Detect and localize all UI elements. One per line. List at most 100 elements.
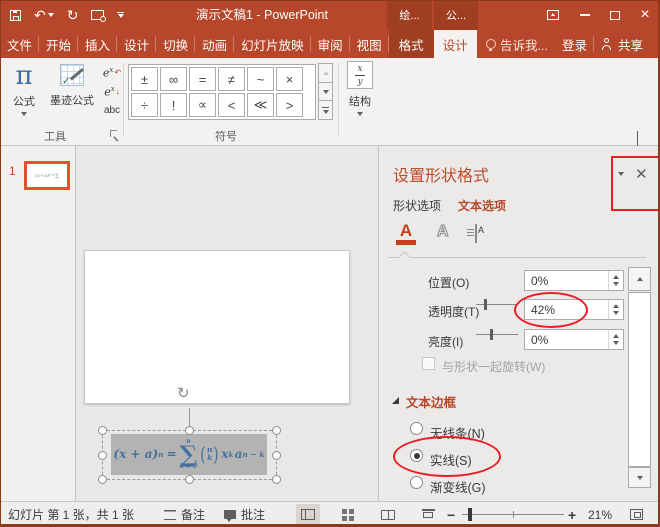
normal-view-button[interactable] xyxy=(296,504,320,525)
spin-up-icon[interactable] xyxy=(613,304,619,308)
professional-format-button[interactable]: ex ↶ xyxy=(100,63,124,82)
tab-home[interactable]: 开始 xyxy=(39,30,78,58)
start-slideshow-button[interactable] xyxy=(91,10,104,20)
normal-text-button[interactable]: abc xyxy=(100,101,124,120)
dialog-launcher-icon[interactable] xyxy=(110,130,119,139)
section-expand-icon[interactable] xyxy=(392,397,399,404)
redo-button[interactable]: ↻ xyxy=(67,8,79,22)
slide-sorter-button[interactable] xyxy=(336,504,360,525)
pane-scroll-down-button[interactable] xyxy=(628,467,651,488)
brightness-slider[interactable] xyxy=(476,329,518,340)
tab-animations[interactable]: 动画 xyxy=(195,30,234,58)
symbol-cell[interactable]: × xyxy=(276,67,303,91)
tab-transitions[interactable]: 切换 xyxy=(156,30,195,58)
text-outline-section-label[interactable]: 文本边框 xyxy=(406,392,456,411)
zoom-level[interactable]: 21% xyxy=(588,502,612,527)
close-button[interactable]: × xyxy=(632,0,658,30)
equation-textbox[interactable]: ↻ (x + a)n = n ∑ k = 0 ( nk xyxy=(102,430,277,480)
undo-button[interactable]: ↶ xyxy=(34,8,54,22)
gradient-line-label[interactable]: 渐变线(G) xyxy=(430,477,486,496)
symbol-cell[interactable]: ~ xyxy=(247,67,274,91)
share-button[interactable]: 共享 xyxy=(594,30,650,58)
resize-handle-s[interactable] xyxy=(185,475,194,484)
equation-button[interactable]: π 公式 xyxy=(4,61,44,116)
rotate-with-shape-checkbox[interactable] xyxy=(422,357,435,370)
no-line-radio[interactable] xyxy=(410,422,423,435)
tab-view[interactable]: 视图 xyxy=(350,30,389,58)
slide-canvas[interactable]: ↻ (x + a)n = n ∑ k = 0 ( nk xyxy=(84,250,350,404)
symbol-cell[interactable]: < xyxy=(218,93,245,117)
ribbon-display-options-button[interactable] xyxy=(540,0,566,30)
textbox-options-button[interactable]: A xyxy=(475,225,477,243)
save-button[interactable] xyxy=(10,10,21,21)
symbol-cell[interactable]: > xyxy=(276,93,303,117)
brightness-value[interactable]: 0% xyxy=(525,330,608,349)
slideshow-view-button[interactable] xyxy=(416,504,440,525)
reading-view-button[interactable] xyxy=(376,504,400,525)
tab-equation-design-active[interactable]: 设计 xyxy=(434,30,477,58)
spin-down-icon[interactable] xyxy=(613,282,619,286)
zoom-out-button[interactable]: − xyxy=(447,502,455,527)
symbol-cell[interactable]: ≪ xyxy=(247,93,274,117)
resize-handle-n[interactable] xyxy=(185,426,194,435)
pane-scrollbar-thumb[interactable] xyxy=(628,292,651,467)
ink-equation-button[interactable]: 墨迹公式 xyxy=(46,61,98,108)
transparency-slider-handle[interactable] xyxy=(484,299,487,310)
contextual-tab-equation-tools[interactable]: 公... xyxy=(434,0,478,30)
spin-down-icon[interactable] xyxy=(613,341,619,345)
tell-me-box[interactable]: 告诉我... xyxy=(479,30,555,58)
symbol-cell[interactable]: ∝ xyxy=(189,93,216,117)
spin-up-icon[interactable] xyxy=(613,275,619,279)
contextual-tab-drawing-tools[interactable]: 绘... xyxy=(387,0,432,30)
brightness-slider-handle[interactable] xyxy=(490,329,493,340)
zoom-in-button[interactable]: + xyxy=(568,502,576,527)
fit-to-window-button[interactable] xyxy=(624,504,648,525)
tab-slideshow[interactable]: 幻灯片放映 xyxy=(234,30,311,58)
pane-scroll-up-button[interactable] xyxy=(628,267,651,291)
resize-handle-sw[interactable] xyxy=(98,475,107,484)
customize-qat-button[interactable] xyxy=(117,12,124,19)
undo-dropdown-icon[interactable] xyxy=(48,13,54,17)
maximize-button[interactable] xyxy=(602,0,628,30)
tab-file[interactable]: 文件 xyxy=(0,30,39,58)
rotate-handle-icon[interactable]: ↻ xyxy=(177,386,190,401)
sign-in-button[interactable]: 登录 xyxy=(555,30,594,58)
symbol-cell[interactable]: ÷ xyxy=(131,93,158,117)
text-effects-button[interactable]: A xyxy=(437,223,449,241)
tab-insert[interactable]: 插入 xyxy=(78,30,117,58)
resize-handle-ne[interactable] xyxy=(272,426,281,435)
zoom-slider-handle[interactable] xyxy=(468,508,472,521)
slide-counter: 幻灯片 第 1 张，共 1 张 xyxy=(8,502,134,527)
tab-review[interactable]: 审阅 xyxy=(311,30,350,58)
slide-thumbnail[interactable]: (x+a)ⁿ=∑ xyxy=(24,161,70,190)
tab-text-options-active[interactable]: 文本选项 xyxy=(458,197,506,214)
gradient-line-radio[interactable] xyxy=(410,476,423,489)
resize-handle-e[interactable] xyxy=(272,451,281,460)
symbol-cell[interactable]: ∞ xyxy=(160,67,187,91)
gallery-scroll-up-button[interactable] xyxy=(318,63,333,83)
symbol-cell[interactable]: = xyxy=(189,67,216,91)
symbol-cell[interactable]: ≠ xyxy=(218,67,245,91)
resize-handle-nw[interactable] xyxy=(98,426,107,435)
structures-button[interactable]: xy 结构 xyxy=(344,61,376,116)
position-spinner[interactable]: 0% xyxy=(524,270,624,291)
brightness-spinner[interactable]: 0% xyxy=(524,329,624,350)
tab-design[interactable]: 设计 xyxy=(117,30,156,58)
position-value[interactable]: 0% xyxy=(525,271,608,290)
symbol-cell[interactable]: ! xyxy=(160,93,187,117)
tab-shape-options[interactable]: 形状选项 xyxy=(393,197,441,214)
text-fill-outline-button[interactable]: A xyxy=(396,222,416,245)
minimize-button[interactable] xyxy=(572,0,598,30)
resize-handle-se[interactable] xyxy=(272,475,281,484)
transparency-slider[interactable] xyxy=(476,299,518,310)
comments-button[interactable]: 批注 xyxy=(224,502,265,527)
tab-drawing-format[interactable]: 格式 xyxy=(389,30,434,58)
spin-down-icon[interactable] xyxy=(613,311,619,315)
linear-format-button[interactable]: ex ↓ xyxy=(100,82,124,101)
spin-up-icon[interactable] xyxy=(613,334,619,338)
symbol-cell[interactable]: ± xyxy=(131,67,158,91)
notes-button[interactable]: 备注 xyxy=(164,502,205,527)
gallery-scroll-down-button[interactable] xyxy=(318,82,333,102)
gallery-more-button[interactable] xyxy=(318,100,333,120)
resize-handle-w[interactable] xyxy=(98,451,107,460)
